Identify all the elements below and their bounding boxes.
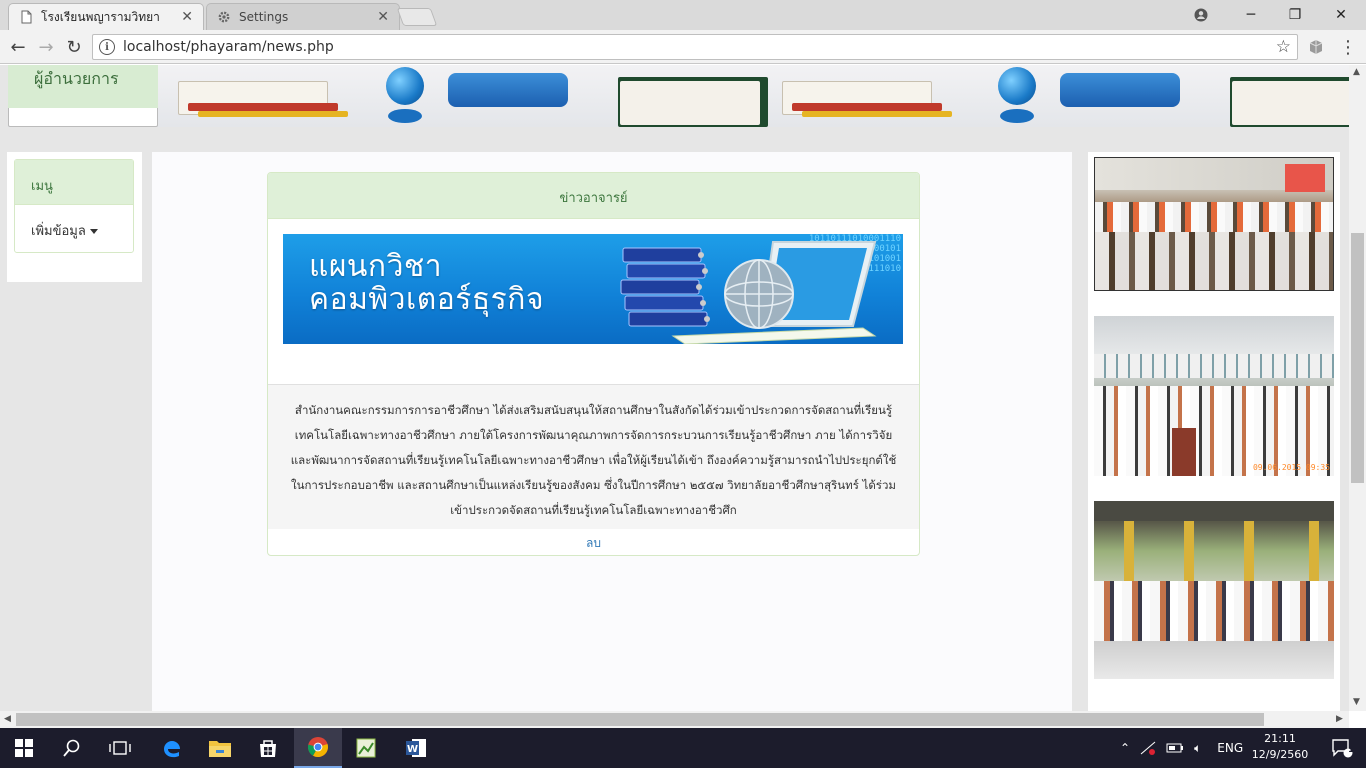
reload-icon[interactable]: ↻ [62, 35, 86, 59]
horizontal-scrollbar[interactable]: ◀ ▶ [0, 711, 1349, 728]
photo-timestamp: 09.06.2015 09:35 [1252, 463, 1330, 472]
delete-link[interactable]: ลบ [268, 529, 919, 555]
forward-icon[interactable]: → [34, 35, 58, 59]
clock-date: 12/9/2560 [1251, 748, 1309, 761]
image-editor-icon[interactable] [342, 728, 390, 768]
vertical-scroll-thumb[interactable] [1351, 233, 1364, 483]
start-windows-icon[interactable] [0, 728, 48, 768]
news-panel: ข่าวอาจารย์ แผนกวิชา คอมพิวเตอร์ธุรกิจ 1… [267, 172, 920, 556]
close-icon[interactable]: ✕ [181, 9, 193, 25]
menu-heading: เมนู [15, 160, 133, 205]
bookmark-star-icon[interactable]: ☆ [1276, 37, 1291, 57]
tab-settings[interactable]: Settings ✕ [206, 3, 400, 30]
new-tab-button[interactable] [396, 8, 438, 26]
menu-item-add-data[interactable]: เพิ่มข้อมูล [15, 205, 133, 253]
info-icon[interactable]: i [99, 39, 115, 55]
banner-photo [1224, 65, 1349, 127]
browser-toolbar: ← → ↻ i localhost/phayaram/news.php ☆ ⋮ [0, 30, 1366, 64]
edge-browser-icon[interactable] [148, 728, 196, 768]
scroll-down-icon[interactable]: ▼ [1353, 697, 1360, 707]
left-sidebar: เมนู เพิ่มข้อมูล [7, 152, 142, 282]
tab-title: โรงเรียนพญารามวิทยา [41, 9, 160, 24]
url-text: localhost/phayaram/news.php [123, 39, 334, 55]
news-image-line2: คอมพิวเตอร์ธุรกิจ [309, 282, 545, 317]
battery-icon[interactable] [1166, 742, 1184, 754]
banner-photo [612, 65, 1216, 127]
word-icon[interactable]: W [392, 728, 440, 768]
main-content: ข่าวอาจารย์ แผนกวิชา คอมพิวเตอร์ธุรกิจ 1… [152, 152, 1072, 711]
back-icon[interactable]: ← [6, 35, 30, 59]
tab-school[interactable]: โรงเรียนพญารามวิทยา ✕ [8, 3, 204, 30]
extension-icon[interactable] [1304, 35, 1328, 59]
scroll-left-icon[interactable]: ◀ [4, 714, 11, 724]
chrome-icon[interactable] [294, 728, 342, 768]
clock-time: 21:11 [1264, 732, 1296, 745]
store-icon[interactable] [244, 728, 292, 768]
vertical-scrollbar[interactable]: ▲ ▼ [1349, 65, 1366, 711]
assembly-photo: 09.06.2015 09:35 [1094, 316, 1334, 476]
windows-taskbar: W ⌃ 🔈︎ ENG 21:11 12/9/2560 1 [0, 728, 1366, 768]
address-bar[interactable]: i localhost/phayaram/news.php ☆ [92, 34, 1298, 60]
close-icon[interactable]: ✕ [377, 9, 389, 25]
news-image-line1: แผนกวิชา [309, 249, 443, 284]
file-explorer-icon[interactable] [196, 728, 244, 768]
browser-tab-strip: โรงเรียนพญารามวิทยา ✕ Settings ✕ ─ ❐ ✕ [0, 0, 1366, 30]
scroll-up-icon[interactable]: ▲ [1353, 67, 1360, 77]
news-image: แผนกวิชา คอมพิวเตอร์ธุรกิจ 1011011101000… [283, 234, 903, 344]
menu-item-label: เพิ่มข้อมูล [31, 224, 86, 239]
scroll-right-icon[interactable]: ▶ [1336, 714, 1343, 724]
menu-panel: เมนู เพิ่มข้อมูล [14, 159, 134, 253]
news-heading: ข่าวอาจารย์ [268, 173, 919, 219]
laptop-books-illustration [620, 241, 877, 344]
chevron-up-icon[interactable]: ⌃ [1120, 741, 1130, 755]
task-view-icon[interactable] [96, 728, 144, 768]
action-center-icon[interactable]: 1 [1318, 728, 1366, 768]
search-icon[interactable] [48, 728, 96, 768]
right-photo-column: 09.06.2015 09:35 [1088, 152, 1340, 711]
taskbar-clock[interactable]: 21:11 12/9/2560 [1248, 731, 1312, 763]
header-banner: ผู้อำนวยการ [8, 65, 1349, 127]
tab-title: Settings [239, 10, 289, 24]
volume-icon[interactable]: 🔈︎ [1194, 741, 1201, 756]
news-image-caption: แผนกวิชา คอมพิวเตอร์ธุรกิจ [309, 250, 544, 316]
gear-icon [218, 11, 230, 23]
notification-count: 1 [1348, 745, 1355, 755]
profile-icon[interactable] [1178, 0, 1224, 30]
news-body: สำนักงานคณะกรรมการการอาชีวศึกษา ได้ส่งเส… [268, 384, 919, 529]
assembly-photo [1094, 157, 1334, 291]
network-icon[interactable] [1140, 741, 1156, 755]
page-viewport: ผู้อำนวยการ เมนู เพิ่มข้อมูล ข่าวอาจารย์… [0, 65, 1349, 711]
horizontal-scroll-thumb[interactable] [16, 713, 1264, 726]
system-tray: ⌃ 🔈︎ ENG [1120, 728, 1243, 768]
language-indicator[interactable]: ENG [1217, 741, 1243, 755]
menu-kebab-icon[interactable]: ⋮ [1336, 35, 1360, 59]
svg-text:W: W [407, 744, 418, 755]
close-window-button[interactable]: ✕ [1318, 0, 1364, 30]
page-icon [21, 10, 32, 24]
banner-label: ผู้อำนวยการ [8, 65, 158, 108]
assembly-photo [1094, 501, 1334, 679]
minimize-button[interactable]: ─ [1228, 0, 1274, 30]
restore-button[interactable]: ❐ [1272, 0, 1318, 30]
caret-down-icon [89, 229, 98, 234]
